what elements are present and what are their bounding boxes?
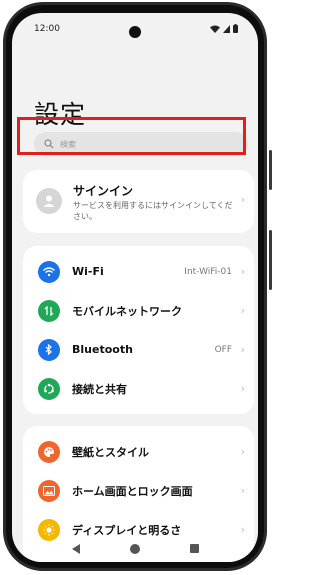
palette-icon — [38, 440, 60, 463]
chevron-right-icon: › — [240, 343, 245, 356]
network-card: Wi-Fi Int-WiFi-01 › モバイルネットワーク › Bluetoo… — [23, 246, 254, 414]
share-icon — [38, 377, 60, 400]
avatar — [36, 188, 62, 214]
connection-sharing-label: 接続と共有 — [72, 382, 127, 396]
phone-bezel: 12:00 設定 検索 サインイン サービスを利用するにはサインインしてください… — [6, 5, 264, 568]
back-icon[interactable] — [72, 544, 81, 554]
power-button — [269, 150, 272, 190]
chevron-right-icon: › — [240, 382, 245, 395]
home-icon[interactable] — [130, 544, 140, 554]
brightness-icon — [38, 518, 60, 541]
signal-status-icon — [223, 24, 230, 33]
wallpaper-style-row[interactable]: 壁紙とスタイル › — [23, 432, 254, 471]
front-camera — [129, 26, 141, 38]
navigation-bar — [12, 544, 258, 558]
chevron-right-icon: › — [240, 265, 245, 278]
battery-status-icon — [233, 24, 238, 33]
bluetooth-icon — [38, 338, 60, 361]
connection-sharing-row[interactable]: 接続と共有 › — [23, 369, 254, 408]
home-lock-screen-label: ホーム画面とロック画面 — [72, 484, 193, 498]
status-bar: 12:00 — [12, 21, 258, 39]
wifi-value: Int-WiFi-01 — [184, 266, 232, 277]
image-icon — [38, 479, 60, 502]
display-brightness-label: ディスプレイと明るさ — [72, 523, 182, 537]
wifi-label: Wi-Fi — [72, 265, 104, 278]
bluetooth-value: OFF — [214, 344, 232, 355]
signin-card[interactable]: サインイン サービスを利用するにはサインインしてください。 › — [23, 170, 254, 233]
mobile-data-icon — [38, 299, 60, 322]
wifi-icon — [38, 260, 60, 283]
display-card: 壁紙とスタイル › ホーム画面とロック画面 › ディスプレイと明るさ › — [23, 426, 254, 562]
bluetooth-label: Bluetooth — [72, 343, 133, 356]
person-icon — [43, 195, 55, 207]
signin-title: サインイン — [73, 184, 134, 198]
signin-description: サービスを利用するにはサインインしてください。 — [73, 201, 233, 221]
mobile-network-row[interactable]: モバイルネットワーク › — [23, 291, 254, 330]
chevron-right-icon: › — [240, 445, 245, 458]
home-lock-screen-row[interactable]: ホーム画面とロック画面 › — [23, 471, 254, 510]
chevron-right-icon: › — [240, 193, 245, 206]
wifi-status-icon — [210, 25, 220, 33]
screen: 12:00 設定 検索 サインイン サービスを利用するにはサインインしてください… — [12, 13, 258, 562]
bluetooth-row[interactable]: Bluetooth OFF › — [23, 330, 254, 369]
wallpaper-style-label: 壁紙とスタイル — [72, 445, 149, 459]
chevron-right-icon: › — [240, 484, 245, 497]
chevron-right-icon: › — [240, 523, 245, 536]
recents-icon[interactable] — [190, 544, 199, 553]
phone-frame: 12:00 設定 検索 サインイン サービスを利用するにはサインインしてください… — [3, 2, 267, 571]
status-icons — [210, 24, 238, 33]
search-highlight-box — [17, 117, 246, 155]
chevron-right-icon: › — [240, 304, 245, 317]
wifi-row[interactable]: Wi-Fi Int-WiFi-01 › — [23, 252, 254, 291]
mobile-network-label: モバイルネットワーク — [72, 304, 182, 318]
volume-button — [269, 230, 272, 290]
status-time: 12:00 — [34, 24, 60, 34]
